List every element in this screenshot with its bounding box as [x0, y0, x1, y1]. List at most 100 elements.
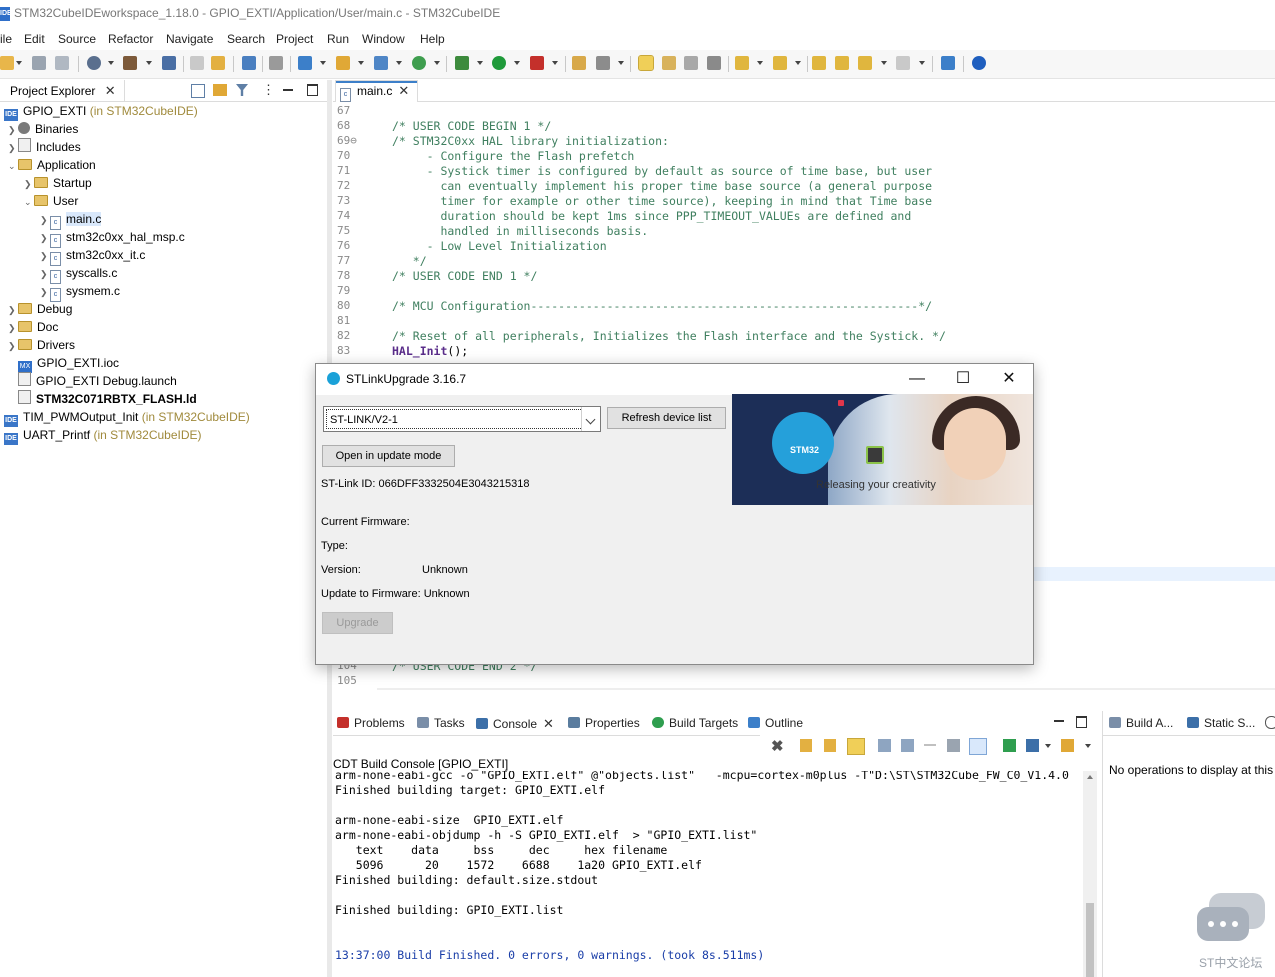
- tab-outline[interactable]: Outline: [748, 716, 803, 730]
- menu-window[interactable]: Window: [362, 32, 405, 46]
- tree-item-drivers[interactable]: ❯ Drivers: [8, 336, 75, 354]
- chevron-right-icon[interactable]: ❯: [8, 121, 18, 139]
- clear-console-icon[interactable]: ✖: [771, 737, 784, 755]
- tab-problems[interactable]: Problems: [337, 716, 405, 730]
- open-type-icon[interactable]: [572, 56, 586, 70]
- tree-item-binaries[interactable]: ❯ Binaries: [8, 120, 78, 138]
- tree-item-ioc[interactable]: MX GPIO_EXTI.ioc: [18, 354, 119, 373]
- undo-icon[interactable]: [190, 56, 204, 70]
- copy-build-log-icon[interactable]: [878, 739, 891, 752]
- display-selected-icon[interactable]: [947, 739, 960, 752]
- redo-icon[interactable]: [211, 56, 225, 70]
- hand-icon[interactable]: [269, 56, 283, 70]
- tree-item-doc[interactable]: ❯ Doc: [8, 318, 58, 336]
- tab-tasks[interactable]: Tasks: [417, 716, 465, 730]
- open-console-icon[interactable]: [901, 739, 914, 752]
- maximize-view-icon[interactable]: [307, 84, 318, 96]
- console-output[interactable]: arm-none-eabi-gcc -o "GPIO_EXTI.elf" @"o…: [333, 771, 1083, 977]
- chevron-right-icon[interactable]: ❯: [8, 337, 18, 355]
- upgrade-button[interactable]: Upgrade: [322, 612, 393, 634]
- tree-item-gpio-exti[interactable]: IDE GPIO_EXTI (in STM32CubeIDE): [4, 102, 198, 121]
- tree-item-linker-script[interactable]: STM32C071RBTX_FLASH.ld: [18, 390, 197, 408]
- tree-item-hal-msp[interactable]: ❯ c stm32c0xx_hal_msp.c: [40, 228, 185, 248]
- tree-item-application[interactable]: ⌄ Application: [8, 156, 96, 174]
- chevron-down-icon[interactable]: [581, 407, 600, 431]
- tree-item-tim-pwm[interactable]: IDE TIM_PWMOutput_Init (in STM32CubeIDE): [4, 408, 250, 427]
- open-folder-icon[interactable]: [336, 56, 350, 70]
- tree-item-includes[interactable]: ❯ Includes: [8, 138, 81, 156]
- back-history-icon[interactable]: [835, 56, 849, 70]
- tab-main-c[interactable]: c main.c ✕: [335, 80, 419, 102]
- menu-run[interactable]: Run: [327, 32, 349, 46]
- close-icon[interactable]: ✕: [398, 81, 409, 101]
- chevron-right-icon[interactable]: ❯: [40, 229, 50, 247]
- open-console-dropdown-icon[interactable]: [1003, 739, 1016, 752]
- prev-annotation-icon[interactable]: [773, 56, 787, 70]
- prev-error-icon[interactable]: [824, 739, 836, 752]
- maximize-view-icon[interactable]: [1076, 716, 1087, 728]
- wand-icon[interactable]: [596, 56, 610, 70]
- pin-console-icon[interactable]: [969, 738, 987, 755]
- menu-navigate[interactable]: Navigate: [166, 32, 213, 46]
- menu-help[interactable]: Help: [420, 32, 445, 46]
- chevron-down-icon[interactable]: [1085, 744, 1091, 748]
- tab-build-analyzer[interactable]: Build A...: [1109, 716, 1173, 730]
- back-icon[interactable]: [858, 56, 872, 70]
- chevron-right-icon[interactable]: ❯: [24, 175, 34, 193]
- view-menu-icon[interactable]: ⋮: [262, 82, 275, 98]
- new-source-icon[interactable]: [374, 56, 388, 70]
- new-console-icon[interactable]: [1061, 739, 1074, 752]
- new-project-icon[interactable]: [298, 56, 312, 70]
- link-editor-icon[interactable]: [213, 84, 227, 96]
- external-tools-icon[interactable]: [530, 56, 544, 70]
- collapse-all-icon[interactable]: [191, 84, 205, 98]
- more-views-icon[interactable]: [1265, 716, 1275, 729]
- menu-source[interactable]: Source: [58, 32, 96, 46]
- binary-icon[interactable]: [162, 56, 176, 70]
- scroll-up-arrow-icon[interactable]: [1087, 775, 1093, 779]
- scroll-lock-icon[interactable]: [847, 738, 865, 755]
- save-all-icon[interactable]: [55, 56, 69, 70]
- chevron-right-icon[interactable]: ❯: [8, 301, 18, 319]
- chevron-right-icon[interactable]: ❯: [8, 319, 18, 337]
- minimize-view-icon[interactable]: [1054, 720, 1064, 722]
- stlink-device-select[interactable]: ST-LINK/V2-1: [323, 406, 601, 432]
- tree-item-uart-printf[interactable]: IDE UART_Printf (in STM32CubeIDE): [4, 426, 202, 445]
- display-console-icon[interactable]: [1026, 739, 1039, 752]
- refresh-device-list-button[interactable]: Refresh device list: [607, 407, 726, 429]
- chevron-right-icon[interactable]: ❯: [40, 247, 50, 265]
- editor-horizontal-scrollbar[interactable]: [377, 688, 1275, 690]
- refresh-icon[interactable]: [412, 56, 426, 70]
- save-icon[interactable]: [32, 56, 46, 70]
- minimize-view-icon[interactable]: [283, 89, 293, 91]
- tab-project-explorer[interactable]: Project Explorer ✕: [0, 80, 125, 101]
- tree-item-main-c[interactable]: ❯ c main.c: [40, 210, 102, 230]
- chevron-right-icon[interactable]: ❯: [40, 265, 50, 283]
- next-annotation-icon[interactable]: [735, 56, 749, 70]
- tree-item-syscalls[interactable]: ❯ c syscalls.c: [40, 264, 117, 284]
- word-wrap-icon[interactable]: [924, 744, 936, 746]
- chevron-right-icon[interactable]: ❯: [40, 211, 50, 229]
- forward-icon[interactable]: [896, 56, 910, 70]
- tree-item-launch[interactable]: GPIO_EXTI Debug.launch: [18, 372, 177, 390]
- chevron-right-icon[interactable]: ❯: [40, 283, 50, 301]
- run-icon[interactable]: [492, 56, 506, 70]
- open-update-mode-button[interactable]: Open in update mode: [322, 445, 455, 467]
- minimize-window-button[interactable]: —: [894, 364, 940, 395]
- menu-edit[interactable]: Edit: [24, 32, 45, 46]
- block-select-icon[interactable]: [684, 56, 698, 70]
- menu-file[interactable]: ile: [0, 32, 12, 46]
- show-whitespace-icon[interactable]: [707, 56, 721, 70]
- highlight-icon[interactable]: [638, 55, 654, 71]
- tree-item-startup[interactable]: ❯ Startup: [24, 174, 92, 192]
- chevron-down-icon[interactable]: ⌄: [8, 157, 18, 175]
- tab-build-targets[interactable]: Build Targets: [652, 716, 738, 730]
- chevron-down-icon[interactable]: [1045, 744, 1051, 748]
- maximize-window-button[interactable]: ☐: [940, 364, 986, 395]
- scrollbar-thumb[interactable]: [1086, 903, 1094, 977]
- tab-static-stack[interactable]: Static S...: [1187, 716, 1255, 730]
- new-icon[interactable]: [0, 56, 14, 70]
- last-edit-icon[interactable]: [812, 56, 826, 70]
- menu-project[interactable]: Project: [276, 32, 313, 46]
- info-icon[interactable]: [972, 56, 986, 70]
